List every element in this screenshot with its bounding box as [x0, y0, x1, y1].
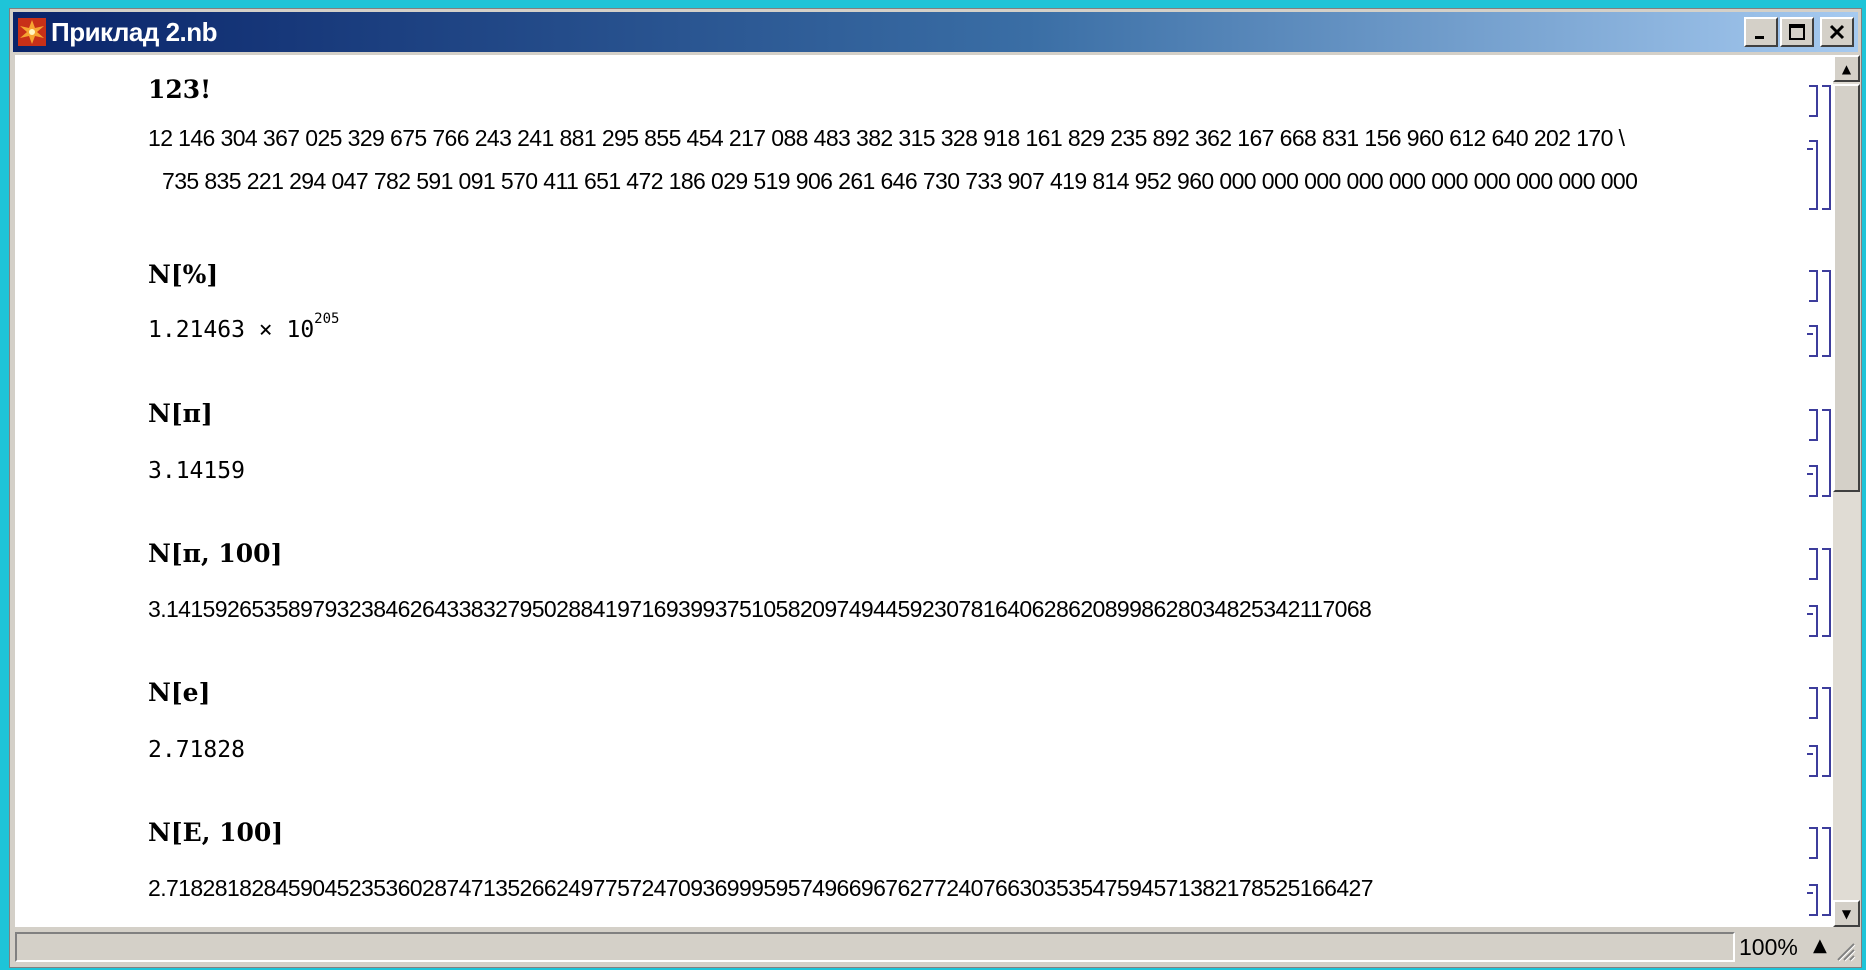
cell-group-bracket[interactable] [1822, 827, 1831, 916]
input-cell[interactable]: 123! [148, 75, 211, 104]
cell-group-bracket[interactable] [1822, 270, 1831, 357]
output-cell[interactable]: 3.14159265358979323846264338327950288419… [148, 596, 1372, 623]
cell-bracket-output[interactable] [1807, 884, 1818, 916]
window-controls [1744, 17, 1854, 47]
title-bar[interactable]: Приклад 2.nb [13, 12, 1858, 52]
zoom-menu-arrow-icon[interactable]: ▲ [1813, 935, 1827, 956]
output-cell[interactable]: 12 146 304 367 025 329 675 766 243 241 8… [148, 125, 1625, 152]
mathematica-star-icon[interactable] [17, 17, 47, 47]
cell-bracket-output[interactable] [1807, 465, 1818, 497]
cell-bracket-output[interactable] [1807, 325, 1818, 357]
scroll-up-button[interactable]: ▲ [1833, 55, 1860, 82]
cell-bracket-input[interactable] [1809, 270, 1818, 302]
cell-bracket-input[interactable] [1809, 409, 1818, 441]
cell-group-bracket[interactable] [1822, 409, 1831, 497]
cell-bracket-input[interactable] [1809, 687, 1818, 719]
scroll-down-button[interactable]: ▼ [1833, 900, 1860, 927]
vertical-scrollbar[interactable]: ▲ ▼ [1833, 55, 1860, 927]
scroll-up-arrow-icon: ▲ [1841, 61, 1852, 76]
output-mantissa: 1.21463 × 10 [148, 317, 315, 343]
status-bar: 100% ▲ [13, 930, 1858, 964]
output-cell[interactable]: 3.14159 [148, 458, 245, 484]
input-cell[interactable]: N[E, 100] [148, 818, 283, 847]
maximize-button[interactable] [1780, 17, 1814, 47]
notebook-window: Приклад 2.nb 123! 12 146 304 367 025 329… [9, 8, 1862, 968]
cell-group-bracket[interactable] [1822, 548, 1831, 637]
cell-group-bracket[interactable] [1822, 687, 1831, 777]
minimize-button[interactable] [1744, 17, 1778, 47]
output-cell[interactable]: 2.71828 [148, 737, 245, 763]
scroll-down-arrow-icon: ▼ [1841, 906, 1852, 921]
input-cell[interactable]: N[π] [148, 399, 213, 428]
cell-group-bracket[interactable] [1822, 85, 1831, 210]
notebook-area[interactable]: 123! 12 146 304 367 025 329 675 766 243 … [15, 55, 1833, 927]
cell-bracket-input[interactable] [1809, 85, 1818, 117]
input-cell[interactable]: N[%] [148, 260, 218, 289]
resize-grip-icon[interactable] [1832, 938, 1856, 962]
cell-bracket-input[interactable] [1809, 827, 1818, 859]
output-cell[interactable]: 735 835 221 294 047 782 591 091 570 411 … [162, 168, 1638, 195]
status-field [15, 932, 1735, 962]
zoom-level[interactable]: 100% [1739, 934, 1798, 961]
cell-bracket-output[interactable] [1807, 745, 1818, 777]
window-title: Приклад 2.nb [51, 16, 218, 47]
output-exponent: 205 [314, 311, 340, 327]
scroll-thumb[interactable] [1833, 84, 1860, 492]
close-button[interactable] [1820, 17, 1854, 47]
output-cell[interactable]: 2.71828182845904523536028747135266249775… [148, 875, 1374, 902]
input-cell[interactable]: N[π, 100] [148, 539, 282, 568]
input-cell[interactable]: N[e] [148, 678, 210, 707]
cell-bracket-input[interactable] [1809, 548, 1818, 580]
cell-bracket-output[interactable] [1807, 605, 1818, 637]
cell-bracket-output[interactable] [1807, 140, 1818, 210]
output-cell[interactable]: 1.21463 × 10205 [148, 311, 339, 343]
